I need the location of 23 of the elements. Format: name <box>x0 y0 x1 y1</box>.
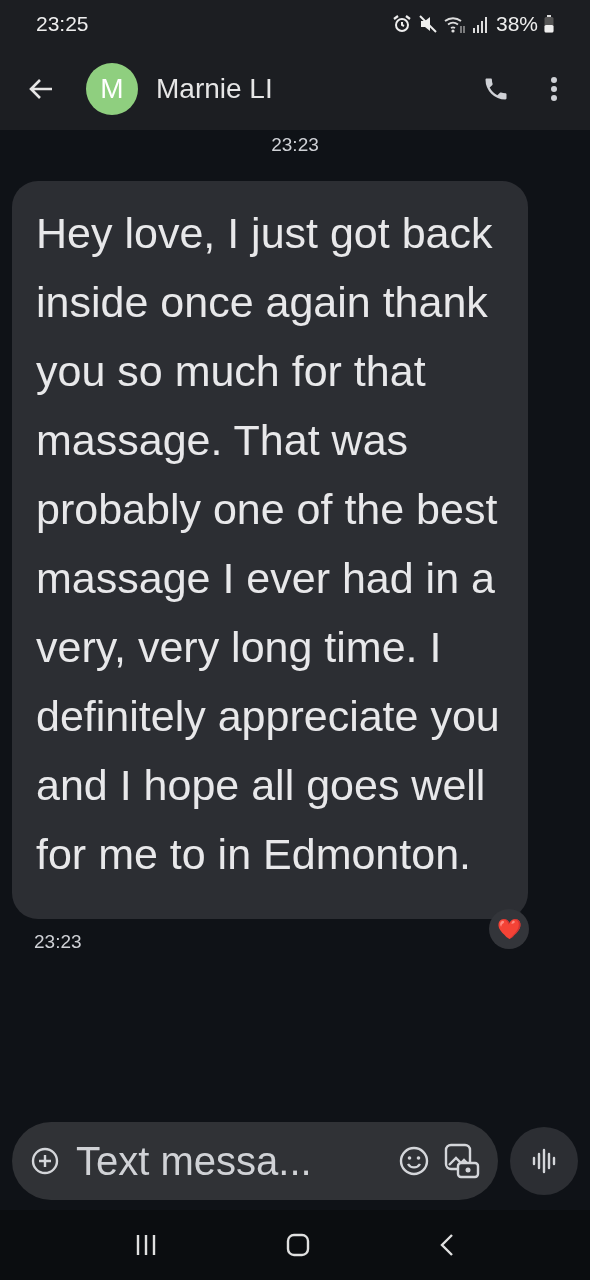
message-composer-field[interactable]: Text messa... <box>12 1122 498 1200</box>
back-icon[interactable] <box>439 1233 456 1257</box>
message-timestamp: 23:23 <box>271 134 319 156</box>
battery-icon <box>544 15 554 33</box>
message-input-field[interactable]: Text messa... <box>74 1137 384 1185</box>
recent-apps-icon[interactable] <box>134 1234 157 1256</box>
battery-percent: 38% <box>495 12 538 36</box>
mute-icon <box>417 14 438 34</box>
more-options-icon[interactable] <box>550 76 558 102</box>
home-icon[interactable] <box>286 1233 310 1257</box>
wifi-icon <box>443 14 466 34</box>
audio-wave-icon <box>530 1147 558 1175</box>
emoji-icon[interactable] <box>398 1145 430 1177</box>
heart-reaction[interactable]: ❤ <box>489 909 529 949</box>
message-bubble[interactable]: Hey love, I just got back inside once again thank you so much for that massage. That was probably one of the best massage I ever had in a very, very long time. I definitely appreciate you and I hope all goes well for me to in Edmonton. <box>12 181 528 919</box>
back-arrow-icon[interactable] <box>28 77 54 101</box>
signal-icon <box>471 15 488 33</box>
status-time: 23:25 <box>36 12 89 36</box>
contact-name[interactable]: Marnie LI <box>156 73 482 105</box>
gallery-camera-icon[interactable] <box>444 1143 480 1179</box>
message-timestamp: 23:23 <box>34 931 83 953</box>
add-icon[interactable] <box>30 1146 60 1176</box>
alarm-icon <box>391 14 412 34</box>
